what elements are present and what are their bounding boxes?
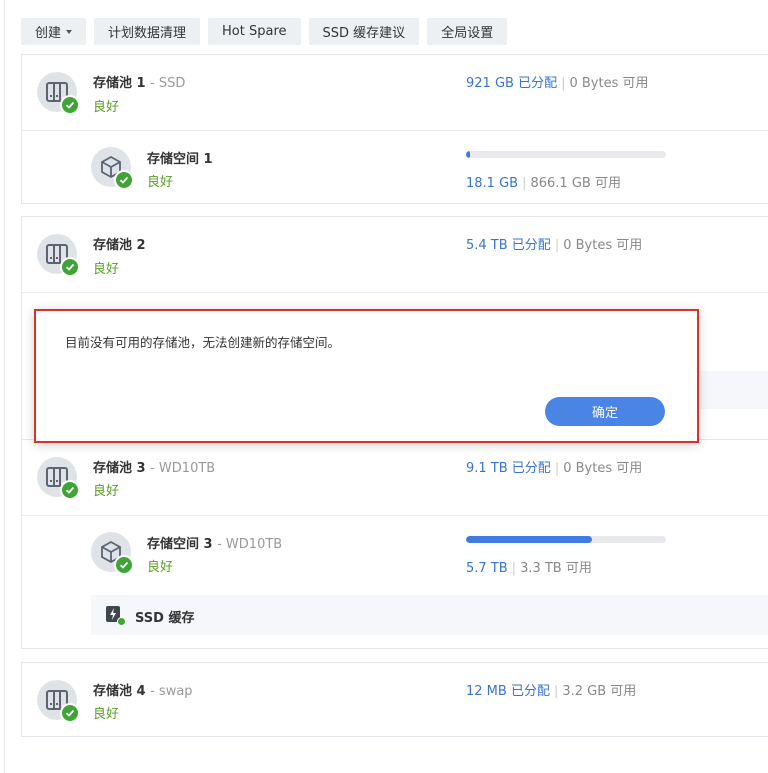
create-label: 创建 xyxy=(35,26,62,41)
dialog-message: 目前没有可用的存储池，无法创建新的存储空间。 xyxy=(65,335,341,350)
hidden-cache-band xyxy=(698,371,768,409)
ssd-cache-label: SSD 缓存 xyxy=(135,611,195,626)
healthy-check-icon xyxy=(114,555,134,575)
confirm-button[interactable]: 确定 xyxy=(545,397,665,426)
volume-usage-bar xyxy=(466,151,666,158)
pool-status: 良好 xyxy=(93,484,120,499)
volume-row[interactable]: 存储空间 1 良好 18.1 GB | 866.1 GB 可用 xyxy=(22,131,768,205)
volume-usage-fill xyxy=(466,151,470,158)
window-left-edge xyxy=(4,0,5,773)
ssd-cache-row[interactable]: SSD 缓存 xyxy=(91,595,768,635)
healthy-check-icon xyxy=(60,257,80,277)
pool-name: 存储池 3 - WD10TB xyxy=(93,461,216,476)
healthy-check-icon xyxy=(114,170,134,190)
pool-row[interactable]: 存储池 1 - SSD 良好 921 GB 已分配 | 0 Bytes 可用 xyxy=(22,55,768,130)
pool-status: 良好 xyxy=(93,100,120,115)
pool-usage: 12 MB 已分配 | 3.2 GB 可用 xyxy=(466,684,637,699)
global-settings-button[interactable]: 全局设置 xyxy=(427,18,508,45)
pool-row[interactable]: 存储池 2 良好 5.4 TB 已分配 | 0 Bytes 可用 xyxy=(22,217,768,292)
hot-spare-button[interactable]: Hot Spare xyxy=(208,18,301,45)
pool-name: 存储池 1 - SSD xyxy=(93,76,186,91)
healthy-check-icon xyxy=(60,95,80,115)
cache-status-dot xyxy=(117,617,126,626)
pool-usage: 921 GB 已分配 | 0 Bytes 可用 xyxy=(466,76,649,91)
healthy-check-icon xyxy=(60,703,80,723)
pool-name: 存储池 2 xyxy=(93,238,146,253)
pool-row[interactable]: 存储池 3 - WD10TB 良好 9.1 TB 已分配 | 0 Bytes 可用 xyxy=(22,440,768,515)
divider xyxy=(22,292,768,293)
toolbar: 创建 计划数据清理 Hot Spare SSD 缓存建议 全局设置 xyxy=(21,18,508,45)
volume-usage: 18.1 GB | 866.1 GB 可用 xyxy=(466,176,621,191)
pool-usage: 9.1 TB 已分配 | 0 Bytes 可用 xyxy=(466,461,643,476)
volume-row[interactable]: 存储空间 3 - WD10TB 良好 5.7 TB | 3.3 TB 可用 xyxy=(22,516,768,590)
storage-pool-card: 存储池 1 - SSD 良好 921 GB 已分配 | 0 Bytes 可用 存储空… xyxy=(21,54,768,204)
caret-down-icon xyxy=(66,29,73,34)
pool-name: 存储池 4 - swap xyxy=(93,684,193,699)
volume-name: 存储空间 3 - WD10TB xyxy=(147,537,283,552)
pool-row[interactable]: 存储池 4 - swap 良好 12 MB 已分配 | 3.2 GB 可用 xyxy=(22,663,768,738)
storage-pool-card: 存储池 4 - swap 良好 12 MB 已分配 | 3.2 GB 可用 xyxy=(21,662,768,737)
volume-status: 良好 xyxy=(147,175,174,190)
volume-usage: 5.7 TB | 3.3 TB 可用 xyxy=(466,561,592,576)
volume-status: 良好 xyxy=(147,560,174,575)
volume-usage-bar xyxy=(466,536,666,543)
pool-usage: 5.4 TB 已分配 | 0 Bytes 可用 xyxy=(466,238,643,253)
volume-usage-fill xyxy=(466,536,592,543)
warning-dialog: 目前没有可用的存储池，无法创建新的存储空间。 确定 xyxy=(34,309,699,443)
healthy-check-icon xyxy=(60,480,80,500)
pool-status: 良好 xyxy=(93,707,120,722)
create-dropdown-button[interactable]: 创建 xyxy=(21,18,87,45)
ssd-cache-advice-button[interactable]: SSD 缓存建议 xyxy=(308,18,420,45)
storage-pool-card: 存储池 3 - WD10TB 良好 9.1 TB 已分配 | 0 Bytes 可用 … xyxy=(21,439,768,649)
volume-name: 存储空间 1 xyxy=(147,152,213,167)
pool-status: 良好 xyxy=(93,262,120,277)
schedule-scrub-button[interactable]: 计划数据清理 xyxy=(94,18,201,45)
